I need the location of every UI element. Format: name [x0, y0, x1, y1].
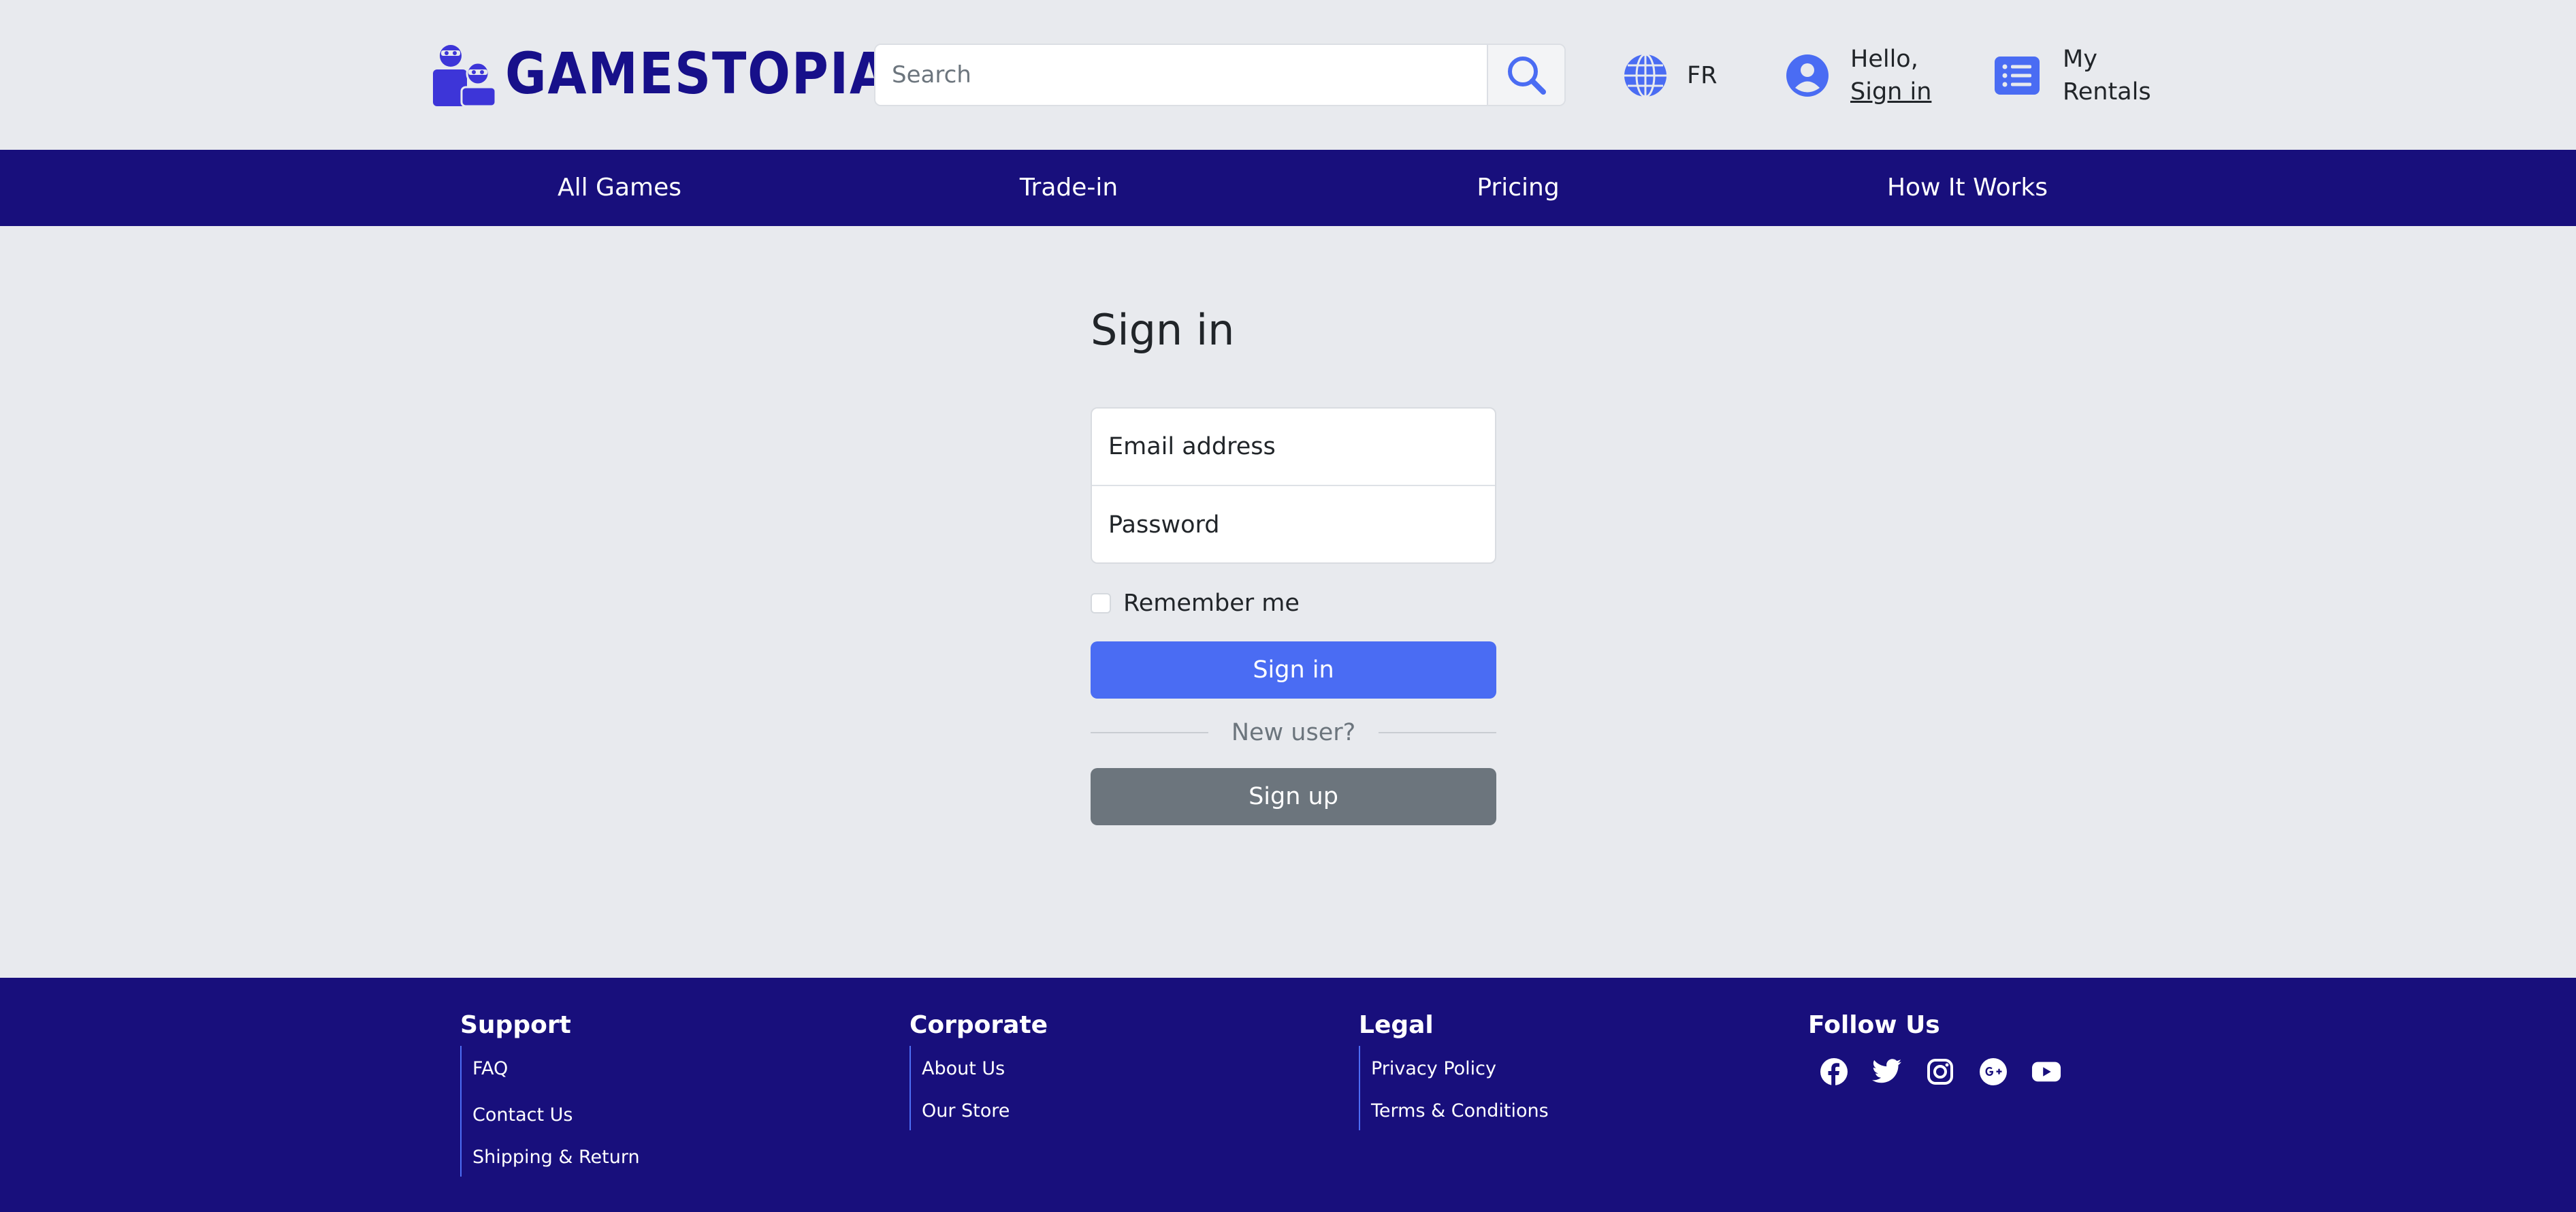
email-field[interactable]: Email address: [1092, 409, 1495, 486]
nav-how-it-works[interactable]: How It Works: [1818, 150, 2117, 226]
footer-link-terms[interactable]: Terms & Conditions: [1371, 1092, 1549, 1130]
site-header: GAMESTOPIA FR Hello, Sign in: [0, 0, 2576, 150]
nav-trade-in[interactable]: Trade-in: [919, 150, 1219, 226]
new-user-divider: New user?: [1091, 714, 1497, 752]
my-rentals-link[interactable]: My Rentals: [1993, 38, 2151, 113]
footer-follow: Follow Us: [1808, 1008, 2084, 1087]
footer-support: Support FAQ Contact Us Shipping & Return: [460, 1008, 640, 1177]
brand-logo[interactable]: GAMESTOPIA: [432, 39, 942, 108]
footer-legal: Legal Privacy Policy Terms & Conditions: [1359, 1008, 1549, 1130]
account-greeting: Hello,: [1850, 46, 1918, 73]
divider-line-right: [1379, 732, 1497, 733]
instagram-icon[interactable]: [1925, 1057, 1955, 1087]
search-icon: [1508, 57, 1546, 95]
footer-heading-follow: Follow Us: [1808, 1011, 1940, 1039]
remember-me-label: Remember me: [1123, 590, 1300, 617]
rentals-label-line1: My: [2063, 46, 2097, 73]
sign-in-link[interactable]: Sign in: [1850, 78, 1931, 106]
footer-heading-support: Support: [460, 1011, 571, 1039]
list-icon: [1995, 57, 2040, 95]
youtube-icon[interactable]: [2031, 1057, 2061, 1087]
footer-link-contact[interactable]: Contact Us: [472, 1092, 640, 1138]
nav-pricing[interactable]: Pricing: [1368, 150, 1668, 226]
footer-corporate: Corporate About Us Our Store: [909, 1008, 1048, 1130]
user-circle-icon: [1786, 54, 1829, 97]
footer-link-about[interactable]: About Us: [922, 1046, 1048, 1092]
password-field[interactable]: Password: [1092, 486, 1495, 562]
facebook-icon[interactable]: [1819, 1057, 1849, 1087]
footer-link-faq[interactable]: FAQ: [472, 1046, 640, 1092]
gamers-logo-icon: [433, 45, 497, 106]
footer-heading-legal: Legal: [1359, 1011, 1434, 1039]
language-label: FR: [1687, 62, 1718, 89]
footer-link-store[interactable]: Our Store: [922, 1092, 1048, 1130]
search-input[interactable]: [875, 45, 1487, 105]
main-nav: All Games Trade-in Pricing How It Works: [0, 150, 2576, 226]
divider-line-left: [1091, 732, 1208, 733]
divider-text: New user?: [1231, 719, 1356, 746]
nav-all-games[interactable]: All Games: [470, 150, 769, 226]
language-selector[interactable]: FR: [1622, 38, 1717, 113]
google-plus-icon[interactable]: [1978, 1057, 2008, 1087]
social-links: [1808, 1057, 2084, 1087]
site-footer: Support FAQ Contact Us Shipping & Return…: [0, 978, 2576, 1212]
footer-link-shipping[interactable]: Shipping & Return: [472, 1138, 640, 1177]
account-menu[interactable]: Hello, Sign in: [1784, 38, 1931, 113]
rentals-label-line2: Rentals: [2063, 78, 2151, 106]
brand-name: GAMESTOPIA: [505, 40, 890, 107]
credentials-group: Email address Password: [1091, 407, 1496, 564]
search-bar: [874, 44, 1566, 106]
footer-link-privacy[interactable]: Privacy Policy: [1371, 1046, 1549, 1092]
globe-icon: [1624, 53, 1667, 98]
twitter-icon[interactable]: [1872, 1057, 1902, 1087]
search-button[interactable]: [1487, 45, 1564, 105]
page-title: Sign in: [1091, 305, 1235, 355]
remember-me-checkbox[interactable]: [1091, 593, 1111, 613]
remember-me[interactable]: Remember me: [1091, 590, 1300, 617]
footer-heading-corporate: Corporate: [909, 1011, 1048, 1039]
sign-in-button[interactable]: Sign in: [1091, 641, 1496, 699]
sign-up-button[interactable]: Sign up: [1091, 768, 1496, 825]
